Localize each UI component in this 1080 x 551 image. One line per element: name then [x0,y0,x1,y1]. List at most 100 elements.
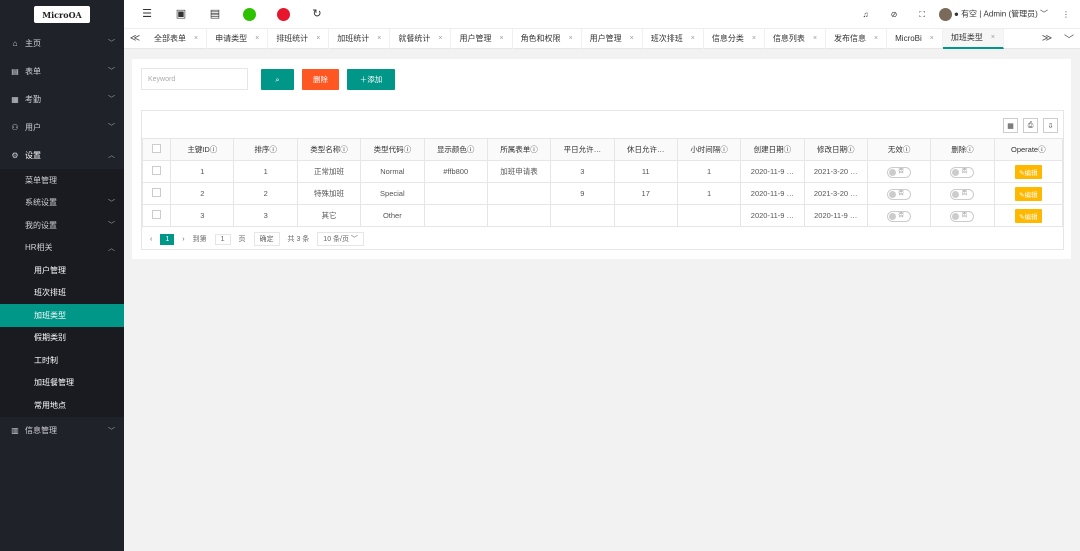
close-icon[interactable]: × [752,35,756,42]
row-checkbox[interactable] [152,210,162,219]
close-icon[interactable]: × [377,35,381,42]
sidebar-item-info[interactable]: ▥ 信息管理 ﹀ [0,417,124,445]
column-header[interactable]: 创建日期ⓘ [740,138,805,161]
settings-sub-item-3[interactable]: HR相关 ︿ [0,237,124,260]
row-checkbox[interactable] [152,188,162,197]
column-header[interactable]: 类型名称ⓘ [296,138,362,161]
edit-button[interactable]: ✎编辑 [1015,186,1042,201]
column-header[interactable]: Operateⓘ [993,138,1064,161]
toolbar-icon[interactable]: ☰ [130,7,164,21]
tab-item[interactable]: 就餐统计 × [390,28,452,49]
tab-item[interactable]: 全部表单 × [146,28,208,49]
more-icon[interactable]: ⋮ [1062,10,1070,19]
tab-item[interactable]: 信息分类 × [704,28,765,49]
topbar-right-icon[interactable]: ⊘ [891,10,898,19]
tab-item[interactable]: 班次排班 × [643,28,704,49]
close-icon[interactable]: × [813,35,817,42]
toolbar-icon[interactable]: ▤ [198,7,232,21]
hr-sub-item-3[interactable]: 假期类别 [0,327,124,350]
edit-button[interactable]: ✎编辑 [1015,208,1042,223]
tab-item[interactable]: 加班统计 × [329,28,391,49]
deleted-switch[interactable]: 否 [950,166,975,178]
close-icon[interactable]: × [194,35,198,42]
tab-item[interactable]: 角色和权限 × [513,28,582,49]
select-all-cell[interactable] [141,138,172,161]
select-all-checkbox[interactable] [152,144,162,153]
sidebar-item-1[interactable]: ▤ 表单 ﹀ [0,57,124,85]
hr-sub-item-0[interactable]: 用户管理 [0,259,124,282]
search-button[interactable]: ⌕ [261,69,294,90]
confirm-button[interactable]: 确定 [253,232,280,246]
toolbar-icon[interactable]: ▣ [164,7,198,21]
page-size-select[interactable]: 10 条/页 ﹀ [317,232,364,246]
column-header[interactable]: 显示颜色ⓘ [423,138,488,161]
row-select-cell[interactable] [141,182,172,205]
row-select-cell[interactable] [141,204,172,227]
close-icon[interactable]: × [569,35,573,42]
hr-sub-item-4[interactable]: 工时制 [0,349,124,372]
deleted-switch[interactable]: 否 [950,188,975,200]
column-header[interactable]: 修改日期ⓘ [803,138,868,161]
invalid-switch[interactable]: 否 [887,210,912,222]
topbar-right-icon[interactable]: ⛶ [919,10,925,19]
column-header[interactable]: 主键IDⓘ [170,138,235,161]
close-icon[interactable]: × [255,35,259,42]
close-icon[interactable]: × [874,35,878,42]
close-icon[interactable]: × [316,35,320,42]
add-button[interactable]: ＋添加 [347,69,395,90]
column-header[interactable]: 排序ⓘ [233,138,298,161]
hr-sub-item-1[interactable]: 班次排班 [0,282,124,305]
sidebar-item-4[interactable]: ⚙ 设置 ︿ [0,141,124,169]
tab-item[interactable]: 加班类型 × [942,28,1004,49]
settings-sub-item-0[interactable]: 菜单管理 [0,169,124,192]
column-header[interactable]: 平日允许… [550,138,615,161]
table-tool-icon[interactable]: ⎙ [1023,118,1038,133]
column-header[interactable]: 休日允许… [613,138,678,161]
close-icon[interactable]: × [630,35,634,42]
close-icon[interactable]: × [438,35,442,42]
column-header[interactable]: 无效ⓘ [866,138,932,161]
close-icon[interactable]: × [691,35,695,42]
tab-item[interactable]: 信息列表 × [765,28,827,49]
topbar-right-icon[interactable]: ♫ [863,10,869,19]
pager-next[interactable]: › [182,236,184,243]
tab-item[interactable]: 申请类型 × [207,28,269,49]
settings-sub-item-1[interactable]: 系统设置 ﹀ [0,192,124,215]
hr-sub-item-5[interactable]: 加班餐管理 [0,372,124,395]
tab-item[interactable]: 排班统计 × [268,28,330,49]
tab-next-icon[interactable]: ≫ [1036,33,1058,44]
toolbar-icon[interactable]: ↻ [300,7,334,21]
row-checkbox[interactable] [152,166,162,175]
sidebar-item-3[interactable]: ⚇ 用户 ﹀ [0,113,124,141]
logo[interactable]: MicroOA [34,6,90,23]
pager-prev[interactable]: ‹ [150,236,152,243]
row-select-cell[interactable] [141,160,172,183]
column-header[interactable]: 删除ⓘ [930,138,995,161]
table-tool-icon[interactable]: ⇩ [1043,118,1058,133]
table-tool-icon[interactable]: ▦ [1003,118,1018,133]
column-header[interactable]: 小时间隔ⓘ [676,138,742,161]
delete-button[interactable]: 删除 [302,69,339,90]
edit-button[interactable]: ✎编辑 [1015,164,1042,179]
tab-item[interactable]: 发布信息 × [826,28,888,49]
close-icon[interactable]: × [991,34,995,41]
close-icon[interactable]: × [499,35,503,42]
hr-sub-item-6[interactable]: 常用地点 [0,394,124,417]
sidebar-item-2[interactable]: ▦ 考勤 ﹀ [0,85,124,113]
sidebar-item-0[interactable]: ⌂ 主页 ﹀ [0,29,124,57]
deleted-switch[interactable]: 否 [950,210,975,222]
toolbar-icon[interactable]: ◉ [266,7,300,21]
invalid-switch[interactable]: 否 [887,166,912,178]
user-menu[interactable]: ● 有空 | Admin (管理员) ﹀ [938,8,1048,21]
search-input[interactable]: Keyword [141,68,248,90]
tab-prev-icon[interactable]: ≪ [124,33,146,44]
pager-current[interactable]: 1 [160,233,175,245]
settings-sub-item-2[interactable]: 我的设置 ﹀ [0,214,124,237]
tab-menu-icon[interactable]: ﹀ [1058,31,1080,46]
toolbar-icon[interactable]: ● [232,7,266,21]
tab-item[interactable]: MicroBi × [887,28,943,49]
column-header[interactable]: 所属表单ⓘ [486,138,552,161]
hr-sub-item-2[interactable]: 加班类型 [0,304,124,327]
column-header[interactable]: 类型代码ⓘ [360,138,425,161]
tab-item[interactable]: 用户管理 × [582,28,643,49]
